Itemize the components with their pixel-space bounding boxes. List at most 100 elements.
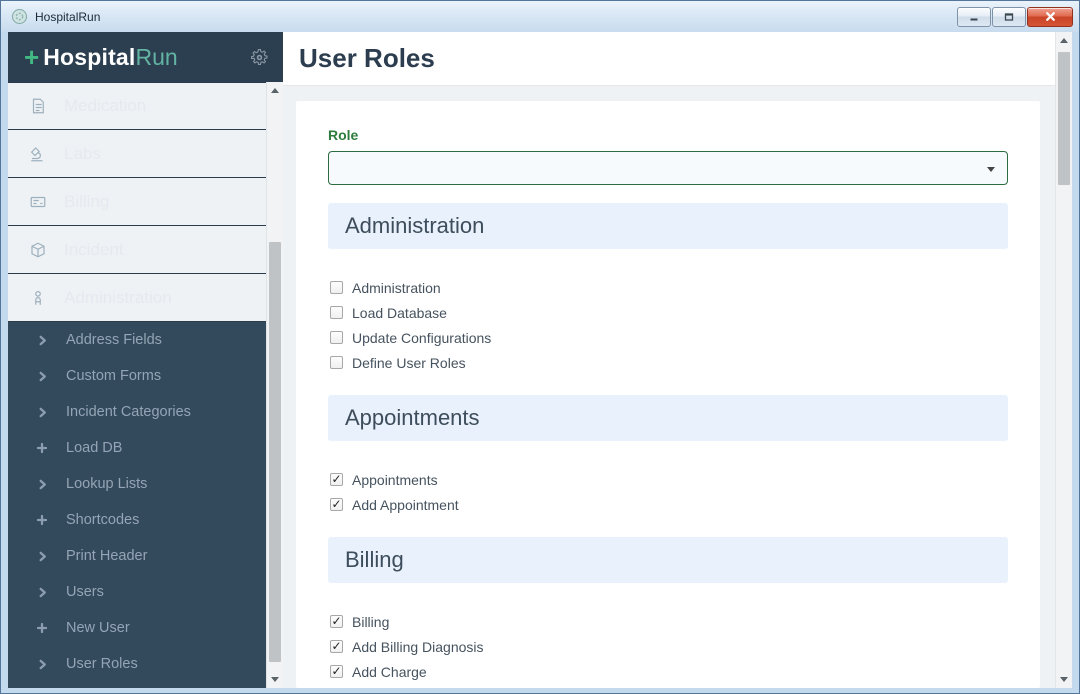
- checkbox-unchecked-icon[interactable]: [330, 281, 343, 294]
- permission-label: Add Billing Diagnosis: [352, 638, 484, 655]
- sidebar-item-label: Lookup Lists: [66, 476, 148, 492]
- permission-label: Billing: [352, 613, 390, 630]
- close-button[interactable]: [1027, 6, 1073, 27]
- sidebar-item-label: Billing: [64, 191, 110, 211]
- maximize-button[interactable]: [992, 6, 1026, 27]
- permission-update-configurations[interactable]: Update Configurations: [330, 325, 1008, 350]
- permission-label: Load Database: [352, 304, 447, 321]
- logo-text-hospital: Hospital: [43, 43, 136, 70]
- sidebar-item-lookup-lists[interactable]: Lookup Lists: [8, 466, 266, 502]
- sidebar-item-label: Users: [66, 584, 104, 600]
- permission-sections: Administration Administration Load Databas…: [328, 203, 1008, 684]
- microscope-icon: [29, 145, 47, 163]
- sidebar-item-administration[interactable]: Administration: [8, 274, 266, 322]
- window-titlebar: HospitalRun: [1, 1, 1079, 32]
- chevron-down-icon: [987, 167, 995, 172]
- role-select[interactable]: [328, 151, 1008, 185]
- checkbox-checked-icon[interactable]: ✓: [330, 665, 343, 678]
- sidebar: + Hospital Run Medication Labs Billing Inci…: [8, 32, 283, 688]
- billing-icon: [29, 193, 47, 211]
- sidebar-item-labs[interactable]: Labs: [8, 130, 266, 178]
- sidebar-item-shortcodes[interactable]: Shortcodes: [8, 502, 266, 538]
- sidebar-item-label: Print Header: [66, 548, 148, 564]
- chevron-right-icon: [33, 659, 51, 670]
- scroll-down-button[interactable]: [267, 671, 283, 688]
- sidebar-item-label: User Roles: [66, 656, 138, 672]
- checkbox-checked-icon[interactable]: ✓: [330, 498, 343, 511]
- sidebar-item-print-header[interactable]: Print Header: [8, 538, 266, 574]
- permission-appointments[interactable]: ✓ Appointments: [330, 467, 1008, 492]
- section-header-appointments: Appointments: [328, 395, 1008, 441]
- page-title: User Roles: [299, 43, 435, 73]
- checkbox-unchecked-icon[interactable]: [330, 356, 343, 369]
- sidebar-item-user-roles[interactable]: User Roles: [8, 646, 266, 682]
- permission-label: Add Charge: [352, 663, 427, 680]
- user-roles-panel: Role Administration Administration Load Da…: [296, 101, 1040, 688]
- permission-add-charge[interactable]: ✓ Add Charge: [330, 659, 1008, 684]
- sidebar-item-label: Medication: [64, 96, 147, 115]
- sidebar-logo-bar: + Hospital Run: [8, 32, 283, 82]
- checkbox-checked-icon[interactable]: ✓: [330, 640, 343, 653]
- sidebar-item-load-db[interactable]: Load DB: [8, 430, 266, 466]
- sidebar-item-billing[interactable]: Billing: [8, 178, 266, 226]
- permission-list: ✓ Billing ✓ Add Billing Diagnosis ✓ Add Charg…: [330, 609, 1008, 684]
- checkbox-checked-icon[interactable]: ✓: [330, 615, 343, 628]
- minimize-button[interactable]: [957, 6, 991, 27]
- sidebar-item-incident[interactable]: Incident: [8, 226, 266, 274]
- permission-list: Administration Load Database Update Config…: [330, 275, 1008, 375]
- sidebar-item-label: Address Fields: [66, 332, 162, 348]
- sidebar-item-new-user[interactable]: New User: [8, 610, 266, 646]
- checkbox-checked-icon[interactable]: ✓: [330, 473, 343, 486]
- main-header: User Roles: [283, 32, 1072, 86]
- person-icon: [29, 289, 47, 307]
- logo-plus-icon: +: [24, 42, 40, 72]
- scrollbar-thumb[interactable]: [1058, 52, 1070, 185]
- permission-label: Define User Roles: [352, 354, 466, 371]
- sidebar-item-address-fields[interactable]: Address Fields: [8, 322, 266, 358]
- app-window: HospitalRun + Hospital Run Medication Lab…: [0, 0, 1080, 694]
- scroll-up-button[interactable]: [1056, 32, 1072, 49]
- sidebar-scrollbar[interactable]: [266, 82, 283, 688]
- checkbox-unchecked-icon[interactable]: [330, 306, 343, 319]
- app-icon: [11, 8, 28, 25]
- section-header-billing: Billing: [328, 537, 1008, 583]
- permission-administration[interactable]: Administration: [330, 275, 1008, 300]
- permission-add-appointment[interactable]: ✓ Add Appointment: [330, 492, 1008, 517]
- scroll-down-button[interactable]: [1056, 671, 1072, 688]
- sidebar-item-users[interactable]: Users: [8, 574, 266, 610]
- chevron-right-icon: [33, 371, 51, 382]
- plus-icon: [33, 622, 51, 634]
- plus-icon: [33, 514, 51, 526]
- sidebar-item-label: Incident Categories: [66, 404, 191, 420]
- scrollbar-thumb[interactable]: [269, 242, 281, 662]
- plus-icon: [33, 442, 51, 454]
- sidebar-item-label: Administration: [64, 287, 172, 307]
- chevron-right-icon: [33, 551, 51, 562]
- section-header-administration: Administration: [328, 203, 1008, 249]
- chevron-right-icon: [33, 479, 51, 490]
- chevron-right-icon: [33, 407, 51, 418]
- sidebar-item-label: Custom Forms: [66, 368, 162, 384]
- role-label: Role: [328, 127, 359, 143]
- permission-label: Administration: [352, 279, 441, 296]
- document-icon: [29, 97, 47, 115]
- permission-add-billing-diagnosis[interactable]: ✓ Add Billing Diagnosis: [330, 634, 1008, 659]
- checkbox-unchecked-icon[interactable]: [330, 331, 343, 344]
- sidebar-item-medication[interactable]: Medication: [8, 82, 266, 130]
- permission-label: Update Configurations: [352, 329, 492, 346]
- chevron-right-icon: [33, 335, 51, 346]
- permission-label: Add Appointment: [352, 496, 459, 513]
- gear-icon[interactable]: [250, 48, 269, 67]
- sidebar-item-custom-forms[interactable]: Custom Forms: [8, 358, 266, 394]
- sidebar-item-label: Load DB: [66, 440, 123, 456]
- sidebar-item-label: Incident: [64, 239, 124, 259]
- main-scrollbar[interactable]: [1055, 32, 1072, 688]
- sidebar-item-incident-categories[interactable]: Incident Categories: [8, 394, 266, 430]
- permission-billing[interactable]: ✓ Billing: [330, 609, 1008, 634]
- sidebar-nav: Medication Labs Billing Incident Administrat…: [8, 82, 266, 688]
- window-title: HospitalRun: [35, 9, 101, 24]
- scroll-up-button[interactable]: [267, 82, 283, 99]
- permission-load-database[interactable]: Load Database: [330, 300, 1008, 325]
- permission-label: Appointments: [352, 471, 438, 488]
- permission-define-user-roles[interactable]: Define User Roles: [330, 350, 1008, 375]
